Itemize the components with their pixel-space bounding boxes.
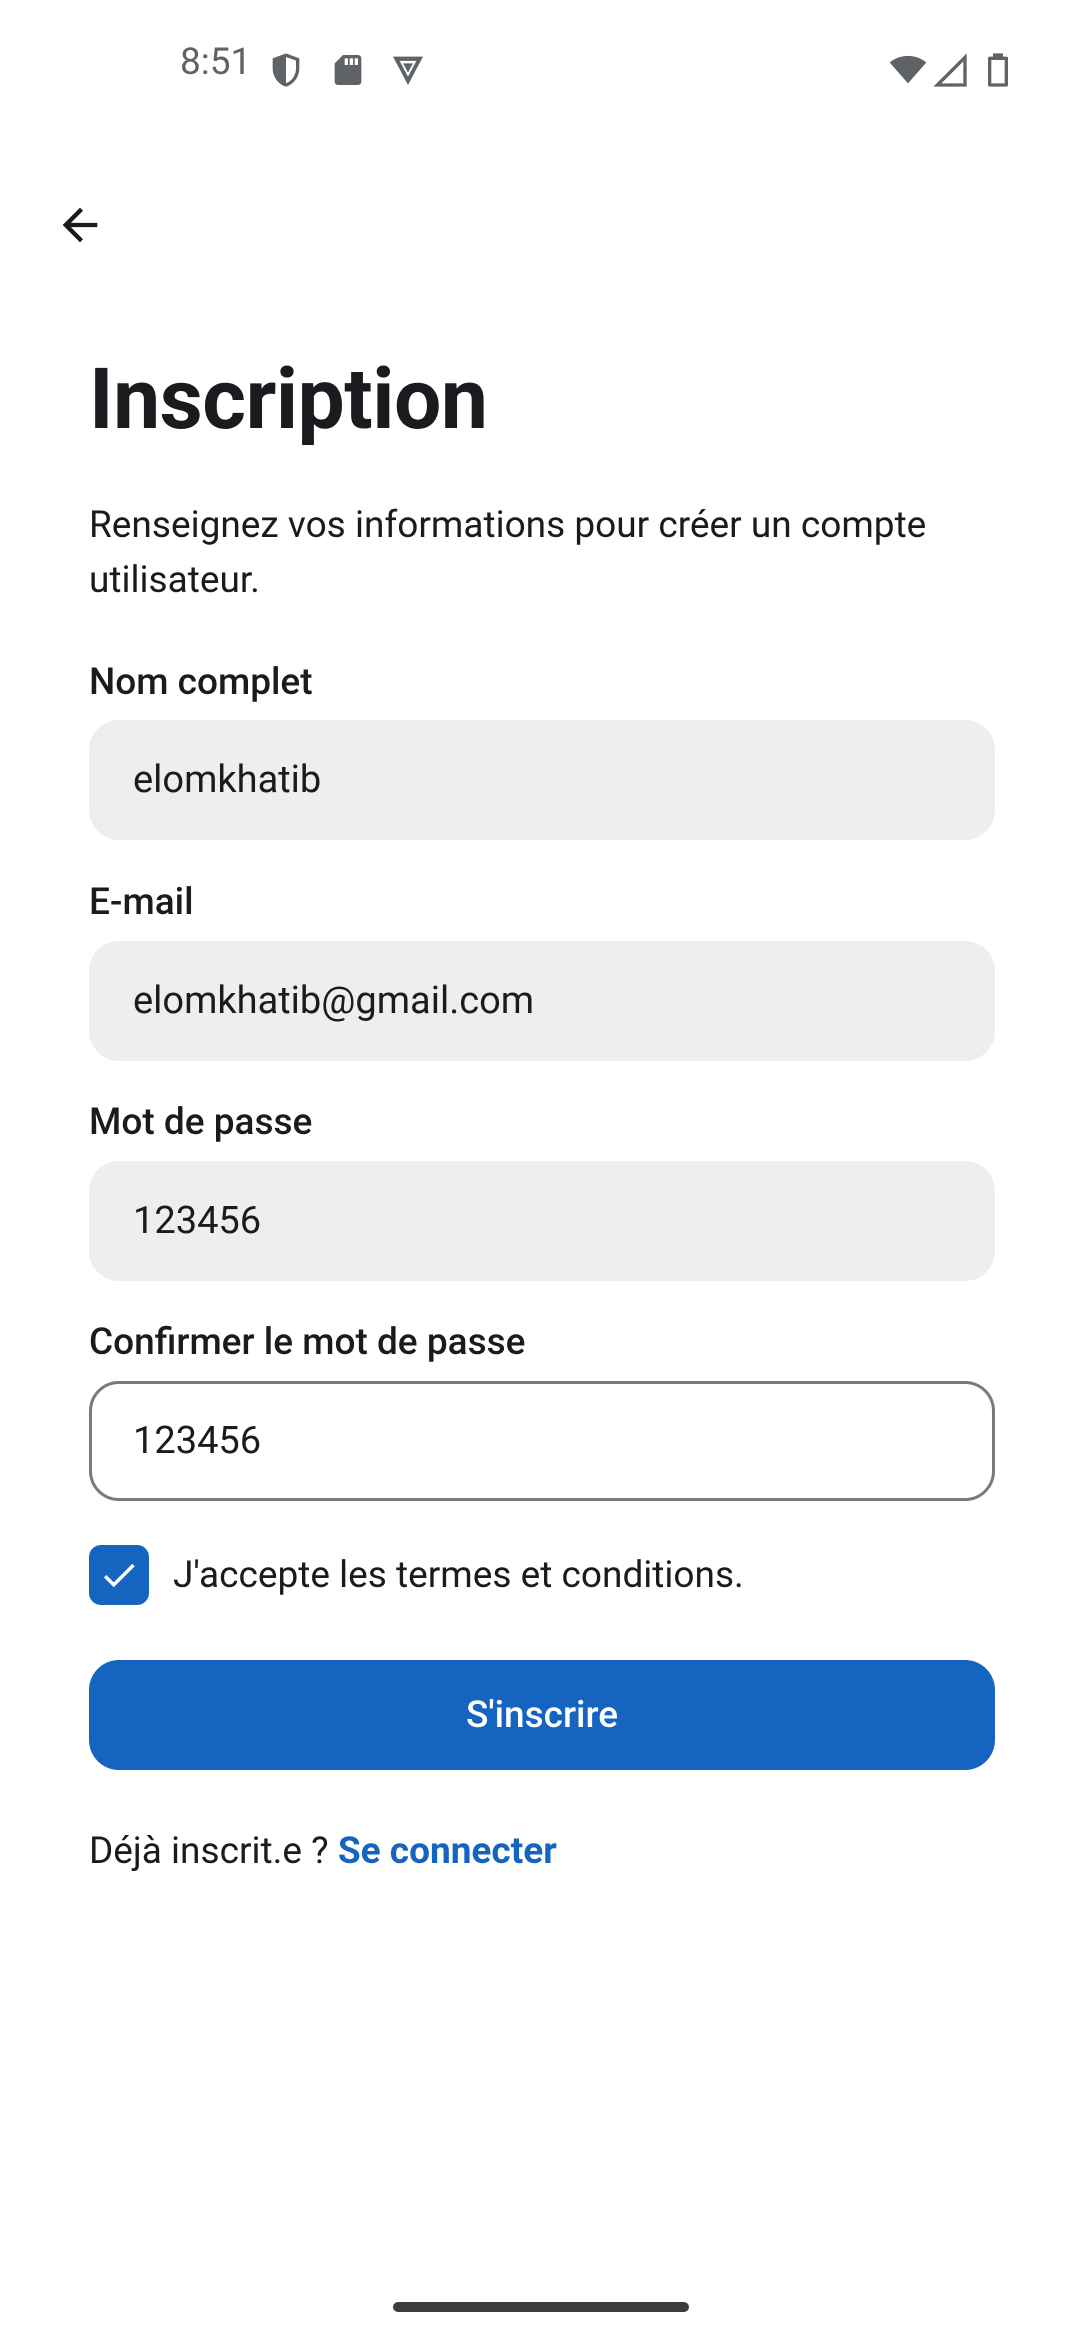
- confirm-password-label: Confirmer le mot de passe: [89, 1321, 526, 1364]
- back-button[interactable]: [40, 185, 120, 265]
- email-label: E-mail: [89, 881, 194, 924]
- cell-signal-icon: [930, 50, 970, 90]
- checkmark-icon: [103, 1563, 135, 1588]
- status-bar: 8:51: [0, 0, 1080, 140]
- page-title: Inscription: [89, 350, 488, 449]
- password-label: Mot de passe: [89, 1101, 313, 1144]
- sd-card-icon: [328, 50, 368, 90]
- home-indicator[interactable]: [393, 2302, 689, 2312]
- full-name-field[interactable]: [89, 720, 995, 840]
- terms-label: J'accepte les termes et conditions.: [173, 1553, 744, 1597]
- vpn-icon: [388, 50, 428, 90]
- email-field[interactable]: [89, 941, 995, 1061]
- confirm-password-field[interactable]: [89, 1381, 995, 1501]
- shield-icon: [266, 50, 306, 90]
- terms-checkbox[interactable]: [89, 1545, 149, 1605]
- status-time: 8:51: [180, 41, 252, 84]
- login-prompt-row: Déjà inscrit.e ? Se connecter: [89, 1830, 557, 1873]
- battery-icon: [978, 50, 1018, 90]
- wifi-icon: [886, 50, 930, 90]
- login-link[interactable]: Se connecter: [338, 1830, 557, 1873]
- page-subtitle: Renseignez vos informations pour créer u…: [89, 504, 927, 602]
- login-prompt: Déjà inscrit.e ?: [89, 1830, 329, 1873]
- password-field[interactable]: [89, 1161, 995, 1281]
- arrow-left-icon: [62, 207, 98, 243]
- terms-row: J'accepte les termes et conditions.: [89, 1545, 744, 1605]
- sign-up-button[interactable]: S'inscrire: [89, 1660, 995, 1770]
- full-name-label: Nom complet: [89, 661, 313, 704]
